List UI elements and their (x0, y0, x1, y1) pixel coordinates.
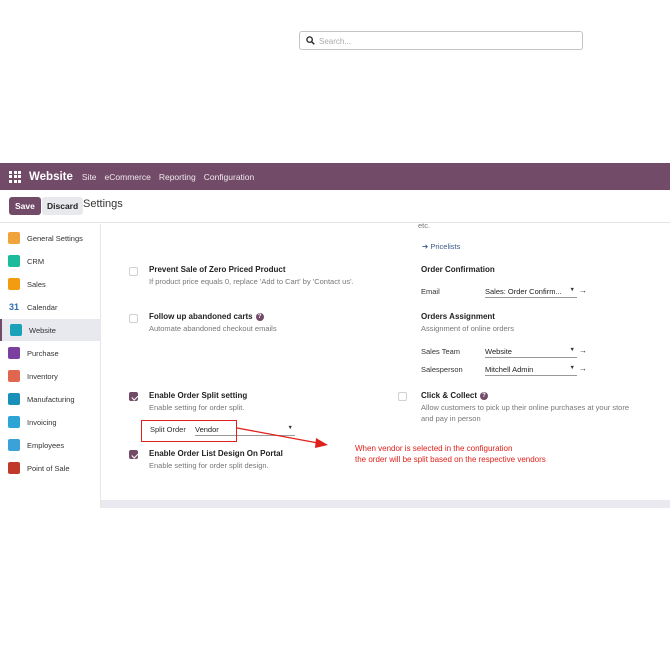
external-link-icon[interactable]: → (579, 346, 587, 355)
nav-item-ecommerce[interactable]: eCommerce (105, 172, 151, 182)
sales-chart-icon (8, 278, 20, 290)
page-title: Settings (83, 198, 123, 210)
sidebar-item-label: Invoicing (27, 417, 57, 427)
caret-down-icon: ▼ (287, 425, 293, 431)
sidebar-item-employees[interactable]: Employees (0, 434, 101, 456)
click-collect-desc-line2: and pay in person (421, 414, 481, 423)
sidebar-item-label: Manufacturing (27, 394, 75, 404)
nav-item-reporting[interactable]: Reporting (159, 172, 196, 182)
orders-assignment-title: Orders Assignment (421, 312, 495, 321)
prevent-zero-desc: If product price equals 0, replace 'Add … (149, 277, 354, 286)
email-template-select[interactable]: Sales: Order Confirm... ▼ (485, 287, 577, 298)
click-collect-title: Click & Collect? (421, 391, 489, 400)
sidebar-item-label: Purchase (27, 348, 59, 358)
crm-icon (8, 255, 20, 267)
search-input[interactable] (319, 34, 569, 48)
annotation-text-line2: the order will be split based on the res… (355, 455, 546, 464)
help-icon[interactable]: ? (480, 392, 489, 400)
invoice-icon (8, 416, 20, 428)
sidebar-item-inventory[interactable]: Inventory (0, 365, 101, 387)
apps-grid-icon[interactable] (9, 170, 21, 183)
settings-content: etc. ➔ Pricelists Prevent Sale of Zero P… (102, 221, 670, 508)
nav-item-site[interactable]: Site (82, 172, 97, 182)
sales-team-select[interactable]: Website ▼ (485, 347, 577, 358)
email-label: Email (421, 287, 440, 296)
sidebar-item-label: CRM (27, 256, 45, 266)
orders-assignment-desc: Assignment of online orders (421, 324, 514, 333)
order-split-desc: Enable setting for order split. (149, 403, 245, 412)
top-navbar: Website Site eCommerce Reporting Configu… (0, 163, 670, 190)
sidebar-item-label: Sales (27, 279, 46, 289)
order-confirmation-title: Order Confirmation (421, 265, 495, 274)
inventory-box-icon (8, 370, 20, 382)
sales-team-label: Sales Team (421, 347, 461, 356)
order-split-checkbox[interactable] (129, 392, 138, 401)
sidebar-item-point-of-sale[interactable]: Point of Sale (0, 457, 101, 479)
globe-icon (10, 324, 22, 336)
caret-down-icon: ▼ (569, 365, 575, 371)
sidebar-item-label: Point of Sale (27, 463, 70, 473)
pos-icon (8, 462, 20, 474)
click-collect-checkbox[interactable] (398, 392, 407, 401)
bottom-scroll-bar (101, 500, 670, 508)
sidebar-item-label: Employees (27, 440, 65, 450)
prevent-zero-title: Prevent Sale of Zero Priced Product (149, 265, 286, 274)
caret-down-icon: ▼ (569, 347, 575, 353)
annotation-text-line1: When vendor is selected in the configura… (355, 444, 513, 453)
external-link-icon[interactable]: → (579, 286, 587, 295)
caret-down-icon: ▼ (569, 287, 575, 293)
salesperson-label: Salesperson (421, 365, 463, 374)
calendar-icon: 31 (8, 302, 19, 312)
sidebar-item-manufacturing[interactable]: Manufacturing (0, 388, 101, 410)
search-box[interactable] (299, 31, 583, 50)
sidebar-item-label: Website (29, 325, 56, 335)
annotation-highlight-box (141, 420, 237, 442)
abandoned-desc: Automate abandoned checkout emails (149, 324, 277, 333)
salesperson-select[interactable]: Mitchell Admin ▼ (485, 365, 577, 376)
click-collect-desc-line1: Allow customers to pick up their online … (421, 403, 630, 412)
sidebar-item-sales[interactable]: Sales (0, 273, 101, 295)
sidebar-item-label: Calendar (27, 302, 58, 312)
control-bar: Save Discard Settings (0, 190, 670, 223)
sidebar-item-label: General Settings (27, 233, 83, 243)
abandoned-title: Follow up abandoned carts? (149, 312, 264, 321)
sidebar-item-invoicing[interactable]: Invoicing (0, 411, 101, 433)
pricelists-link[interactable]: ➔ Pricelists (422, 242, 460, 251)
abandoned-checkbox[interactable] (129, 314, 138, 323)
order-list-checkbox[interactable] (129, 450, 138, 459)
order-split-title: Enable Order Split setting (149, 391, 248, 400)
order-list-title: Enable Order List Design On Portal (149, 449, 283, 458)
order-list-desc: Enable setting for order split design. (149, 461, 269, 470)
sidebar-item-crm[interactable]: CRM (0, 250, 101, 272)
nav-item-configuration[interactable]: Configuration (204, 172, 255, 182)
employees-icon (8, 439, 20, 451)
external-link-icon[interactable]: → (579, 364, 587, 373)
search-icon (306, 36, 315, 45)
sidebar-item-purchase[interactable]: Purchase (0, 342, 101, 364)
purchase-icon (8, 347, 20, 359)
gear-icon (8, 232, 20, 244)
manufacturing-icon (8, 393, 20, 405)
discard-button[interactable]: Discard (42, 197, 84, 215)
sidebar-item-general-settings[interactable]: General Settings (0, 227, 101, 249)
save-button[interactable]: Save (9, 197, 41, 215)
settings-sidebar: General Settings CRM Sales 31 Calendar Websit… (0, 224, 101, 508)
screen: Website Site eCommerce Reporting Configu… (0, 163, 670, 508)
sidebar-item-website[interactable]: Website (0, 319, 101, 341)
nav-brand[interactable]: Website (29, 171, 73, 183)
help-icon[interactable]: ? (255, 313, 264, 321)
etc-text: etc. (418, 221, 431, 230)
sidebar-item-label: Inventory (27, 371, 58, 381)
prevent-zero-checkbox[interactable] (129, 267, 138, 276)
sidebar-item-calendar[interactable]: 31 Calendar (0, 296, 101, 318)
